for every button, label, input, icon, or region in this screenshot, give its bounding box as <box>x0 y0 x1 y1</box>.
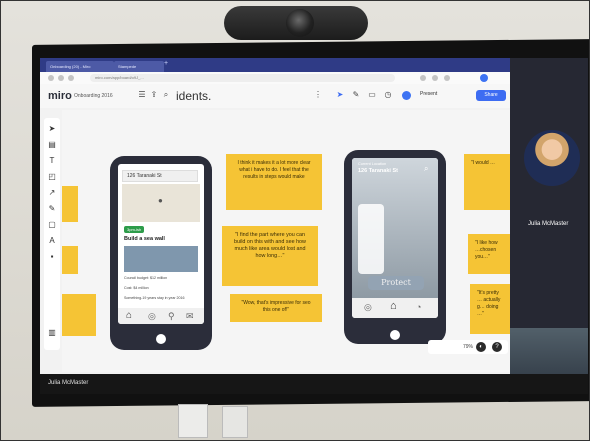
image-frame <box>0 0 590 441</box>
